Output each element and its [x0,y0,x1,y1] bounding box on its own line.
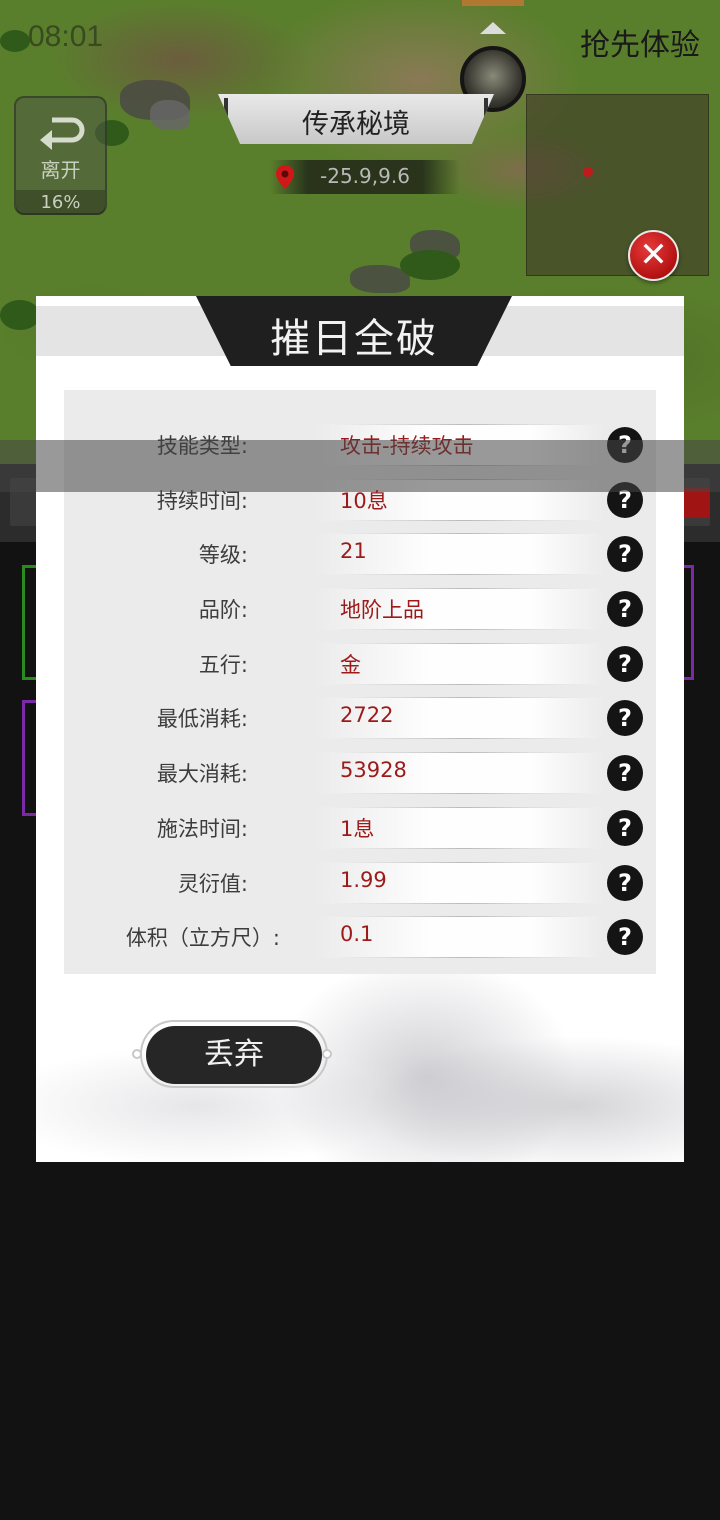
stat-label: 品阶: [198,598,248,622]
stat-value: 1息 [340,817,375,841]
stat-value: 1.99 [340,868,387,892]
close-icon[interactable]: ✕ [628,230,679,281]
clock: 08:01 [28,20,104,53]
stat-value: 0.1 [340,922,374,946]
coordinate-bar: -25.9,9.6 [270,160,460,194]
leave-progress: 16% [16,190,105,215]
stat-row: 品阶: 地阶上品 ? [64,582,656,636]
stat-value: 53928 [340,758,407,782]
stat-value: 金 [340,653,361,677]
stat-label: 最大消耗: [156,762,248,786]
leave-button[interactable]: 离开 16% [14,96,107,215]
location-banner: 传承秘境 [218,94,494,144]
stat-row: 等级: 21 ? [64,527,656,581]
tree-decoration [400,250,460,280]
tree-decoration [0,30,30,52]
stat-row: 最低消耗: 2722 ? [64,691,656,745]
leave-label: 离开 [40,158,81,182]
coordinates-text: -25.9,9.6 [320,164,410,188]
stat-value: 地阶上品 [340,598,424,622]
discard-button[interactable]: 丢弃 [146,1026,322,1084]
stat-row: 五行: 金 ? [64,637,656,691]
title-plate: 摧日全破 [196,296,512,366]
help-icon[interactable]: ? [607,919,643,955]
button-ornament [132,1049,142,1059]
stat-row: 施法时间: 1息 ? [64,801,656,855]
stat-row: 体积（立方尺）: 0.1 ? [64,910,656,964]
player-marker [583,167,593,177]
stat-value: 21 [340,539,367,563]
help-icon[interactable]: ? [607,810,643,846]
skill-detail-popup: 摧日全破 技能类型: 攻击-持续攻击 ? 持续时间: 10息 ? 等级: 21 … [36,296,684,1162]
map-pin-icon [276,165,294,189]
stat-row: 灵衍值: 1.99 ? [64,856,656,910]
help-icon[interactable]: ? [607,536,643,572]
help-icon[interactable]: ? [607,646,643,682]
stat-value: 2722 [340,703,394,727]
return-arrow-icon [40,117,85,150]
location-name: 传承秘境 [302,109,410,140]
stat-label: 灵衍值: [177,872,248,896]
help-icon[interactable]: ? [607,755,643,791]
early-access-label[interactable]: 抢先体验 [580,20,700,64]
help-icon[interactable]: ? [607,865,643,901]
stat-label: 施法时间: [156,817,248,841]
stat-label: 体积（立方尺）: [125,926,280,950]
button-ornament [322,1049,332,1059]
top-marker [462,0,524,6]
stat-row: 最大消耗: 53928 ? [64,746,656,800]
rock-decoration [150,100,190,130]
stat-label: 五行: [198,653,248,677]
stat-label: 等级: [198,543,248,567]
help-icon[interactable]: ? [607,591,643,627]
help-icon[interactable]: ? [607,700,643,736]
stat-label: 最低消耗: [156,707,248,731]
overlay-band [0,440,720,492]
popup-title: 摧日全破 [270,316,438,362]
discard-button-frame: 丢弃 [132,1018,332,1090]
chevron-up-icon[interactable] [480,22,506,34]
minimap[interactable] [526,94,709,276]
tree-decoration [0,300,40,330]
